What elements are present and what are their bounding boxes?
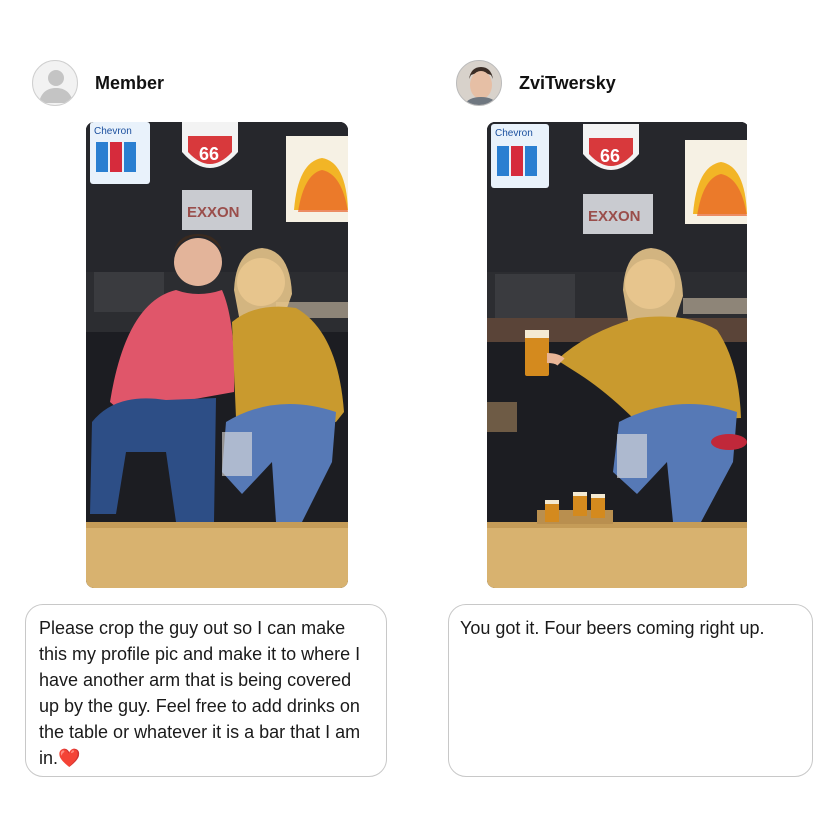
- member-message-text: Please crop the guy out so I can make th…: [39, 615, 372, 771]
- exxon-sign-text-edited: EXXON: [588, 208, 641, 225]
- heart-emoji-icon: ❤️: [58, 748, 81, 768]
- chevron-sign-text: Chevron: [94, 126, 132, 137]
- user-photo-avatar-icon: [457, 61, 501, 105]
- chevron-sign-text-edited: Chevron: [495, 128, 533, 139]
- route-66-text: 66: [199, 144, 219, 164]
- zvitwersky-username[interactable]: ZviTwersky: [519, 72, 616, 94]
- member-username[interactable]: Member: [95, 72, 164, 94]
- original-photo: Chevron 66 EXXON: [86, 122, 348, 588]
- member-message-bubble: Please crop the guy out so I can make th…: [25, 604, 387, 777]
- member-message-body: Please crop the guy out so I can make th…: [39, 618, 361, 768]
- zvitwersky-message-text: You got it. Four beers coming right up.: [460, 618, 765, 638]
- route-66-text-edited: 66: [600, 146, 620, 166]
- edited-photo: Chevron 66 EXXON: [487, 122, 749, 588]
- zvitwersky-message-bubble: You got it. Four beers coming right up.: [448, 604, 813, 777]
- default-user-icon: [39, 70, 73, 103]
- exxon-sign-text: EXXON: [187, 204, 240, 221]
- zvitwersky-avatar[interactable]: [456, 60, 502, 106]
- member-avatar[interactable]: [32, 60, 78, 106]
